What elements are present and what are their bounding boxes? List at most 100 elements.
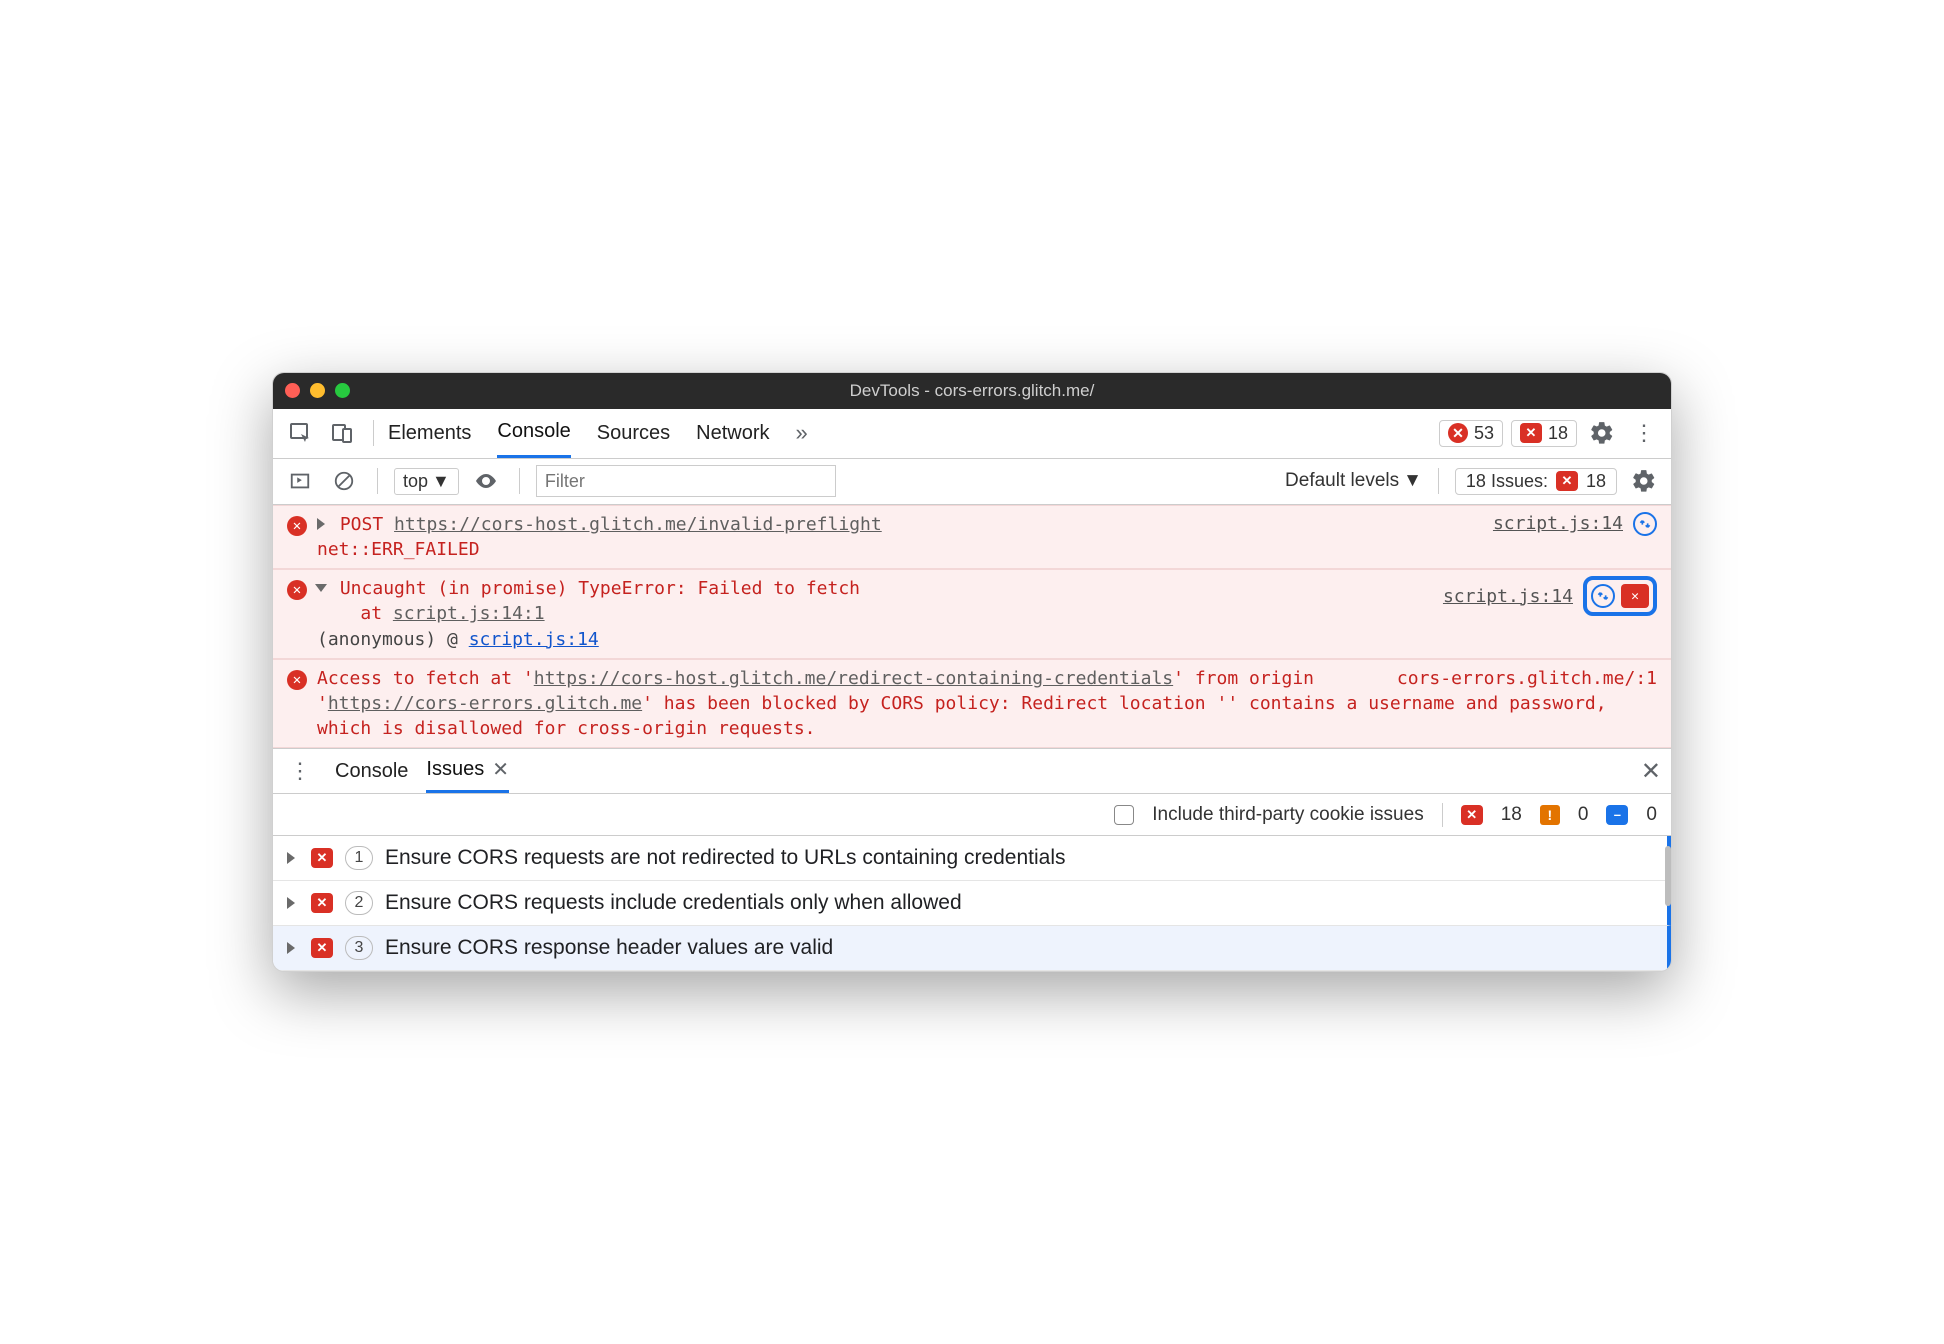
source-link[interactable]: script.js:14 — [1493, 513, 1623, 534]
tab-network[interactable]: Network — [696, 409, 769, 458]
issue-highlight-annotation: ✕ — [1583, 576, 1657, 616]
chevron-down-icon: ▼ — [1403, 470, 1422, 492]
issue-count-badge: 1 — [345, 846, 373, 870]
issue-warn-badge-icon: ! — [1540, 805, 1560, 825]
issue-badge-icon[interactable]: ✕ — [1621, 584, 1649, 608]
issue-badge-icon: ✕ — [311, 848, 333, 868]
error-body: Uncaught (in promise) TypeError: Failed … — [317, 576, 1433, 652]
disclosure-icon[interactable] — [287, 897, 295, 909]
device-toggle-icon[interactable] — [325, 416, 359, 450]
devtools-window: DevTools - cors-errors.glitch.me/ Elemen… — [272, 372, 1672, 973]
main-toolbar: Elements Console Sources Network » ✕ 53 … — [273, 409, 1671, 459]
error-body: POST https://cors-host.glitch.me/invalid… — [317, 512, 1483, 562]
execution-context-selector[interactable]: top ▼ — [394, 468, 459, 495]
stack-anon: (anonymous) @ — [317, 629, 469, 650]
drawer-tabs: ⋮ Console Issues ✕ ✕ — [273, 748, 1671, 794]
disclosure-icon[interactable] — [317, 518, 325, 530]
issue-row[interactable]: ✕ 2 Ensure CORS requests include credent… — [273, 881, 1671, 926]
panel-tabs: Elements Console Sources Network » — [388, 409, 808, 458]
issue-badge-icon: ✕ — [1556, 471, 1578, 491]
issue-title: Ensure CORS requests are not redirected … — [385, 846, 1066, 870]
network-request-icon[interactable] — [1633, 512, 1657, 536]
cors-url-link[interactable]: https://cors-host.glitch.me/redirect-con… — [534, 668, 1173, 689]
console-error-row[interactable]: ✕ cors-errors.glitch.me/:1 Access to fet… — [273, 659, 1671, 749]
issues-toolbar: Include third-party cookie issues ✕ 18 !… — [273, 794, 1671, 836]
origin-url-link[interactable]: https://cors-errors.glitch.me — [328, 693, 642, 714]
drawer-menu-icon[interactable]: ⋮ — [283, 754, 317, 788]
console-error-row[interactable]: ✕ POST https://cors-host.glitch.me/inval… — [273, 505, 1671, 569]
issue-warn-count: 0 — [1578, 804, 1589, 826]
tab-elements[interactable]: Elements — [388, 409, 471, 458]
issues-count: 18 — [1548, 423, 1568, 444]
filter-input[interactable] — [536, 465, 836, 497]
error-body: cors-errors.glitch.me/:1 Access to fetch… — [317, 666, 1657, 742]
clear-console-icon[interactable] — [327, 464, 361, 498]
network-request-icon[interactable] — [1591, 584, 1615, 608]
tab-sources[interactable]: Sources — [597, 409, 670, 458]
window-titlebar: DevTools - cors-errors.glitch.me/ — [273, 373, 1671, 409]
stack-at: at — [360, 603, 393, 624]
issues-list: ✕ 1 Ensure CORS requests are not redirec… — [273, 836, 1671, 971]
error-badge-icon: ✕ — [1448, 423, 1468, 443]
live-expression-icon[interactable] — [469, 464, 503, 498]
error-message: Uncaught (in promise) TypeError: Failed … — [340, 578, 860, 599]
disclosure-icon[interactable] — [287, 852, 295, 864]
tab-close-icon[interactable]: ✕ — [492, 757, 509, 782]
issue-row[interactable]: ✕ 3 Ensure CORS response header values a… — [273, 926, 1671, 971]
traffic-lights — [285, 383, 350, 398]
issue-row[interactable]: ✕ 1 Ensure CORS requests are not redirec… — [273, 836, 1671, 881]
console-error-row[interactable]: ✕ Uncaught (in promise) TypeError: Faile… — [273, 569, 1671, 659]
inspect-element-icon[interactable] — [283, 416, 317, 450]
stack-anon-link[interactable]: script.js:14 — [469, 629, 599, 650]
levels-label: Default levels — [1285, 470, 1399, 492]
settings-gear-icon[interactable] — [1585, 416, 1619, 450]
issue-count-badge: 2 — [345, 891, 373, 915]
drawer-tab-console[interactable]: Console — [335, 749, 408, 793]
error-count: 53 — [1474, 423, 1494, 444]
divider — [1442, 803, 1443, 827]
issue-error-badge-icon: ✕ — [1461, 805, 1483, 825]
more-tabs-icon[interactable]: » — [796, 420, 808, 446]
issues-count-pill[interactable]: ✕ 18 — [1511, 420, 1577, 447]
drawer-tab-issues[interactable]: Issues ✕ — [426, 749, 509, 793]
issue-badge-icon: ✕ — [1520, 423, 1542, 443]
console-sub-toolbar: top ▼ Default levels ▼ 18 Issues: ✕ 18 — [273, 459, 1671, 505]
chevron-down-icon: ▼ — [432, 471, 450, 492]
tab-console[interactable]: Console — [497, 409, 570, 458]
issues-label: 18 Issues: — [1466, 471, 1548, 492]
issues-summary-pill[interactable]: 18 Issues: ✕ 18 — [1455, 468, 1617, 495]
error-icon: ✕ — [287, 580, 307, 600]
divider — [519, 468, 520, 494]
issues-count: 18 — [1586, 471, 1606, 492]
request-url-link[interactable]: https://cors-host.glitch.me/invalid-pref… — [394, 514, 882, 535]
issue-info-badge-icon: – — [1606, 805, 1628, 825]
drawer-tab-issues-label: Issues — [426, 758, 484, 781]
sidebar-toggle-icon[interactable] — [283, 464, 317, 498]
third-party-checkbox[interactable] — [1114, 805, 1134, 825]
error-icon: ✕ — [287, 516, 307, 536]
source-link[interactable]: cors-errors.glitch.me/:1 — [1397, 666, 1657, 691]
source-link[interactable]: script.js:14 — [1443, 586, 1573, 607]
disclosure-icon[interactable] — [287, 942, 295, 954]
error-icon: ✕ — [287, 670, 307, 690]
issue-title: Ensure CORS requests include credentials… — [385, 891, 962, 915]
http-method: POST — [340, 514, 383, 535]
close-window-button[interactable] — [285, 383, 300, 398]
stack-link[interactable]: script.js:14:1 — [393, 603, 545, 624]
disclosure-icon[interactable] — [315, 584, 327, 592]
msg-part: Access to fetch at ' — [317, 668, 534, 689]
minimize-window-button[interactable] — [310, 383, 325, 398]
kebab-menu-icon[interactable]: ⋮ — [1627, 416, 1661, 450]
issue-badge-icon: ✕ — [311, 938, 333, 958]
error-count-pill[interactable]: ✕ 53 — [1439, 420, 1503, 447]
console-messages: ✕ POST https://cors-host.glitch.me/inval… — [273, 505, 1671, 749]
issue-info-count: 0 — [1646, 804, 1657, 826]
console-settings-gear-icon[interactable] — [1627, 464, 1661, 498]
log-levels-selector[interactable]: Default levels ▼ — [1285, 470, 1422, 492]
scrollbar-thumb[interactable] — [1665, 846, 1671, 906]
issue-error-count: 18 — [1501, 804, 1522, 826]
divider — [373, 420, 374, 446]
zoom-window-button[interactable] — [335, 383, 350, 398]
third-party-label: Include third-party cookie issues — [1152, 804, 1423, 826]
drawer-close-icon[interactable]: ✕ — [1641, 757, 1661, 786]
